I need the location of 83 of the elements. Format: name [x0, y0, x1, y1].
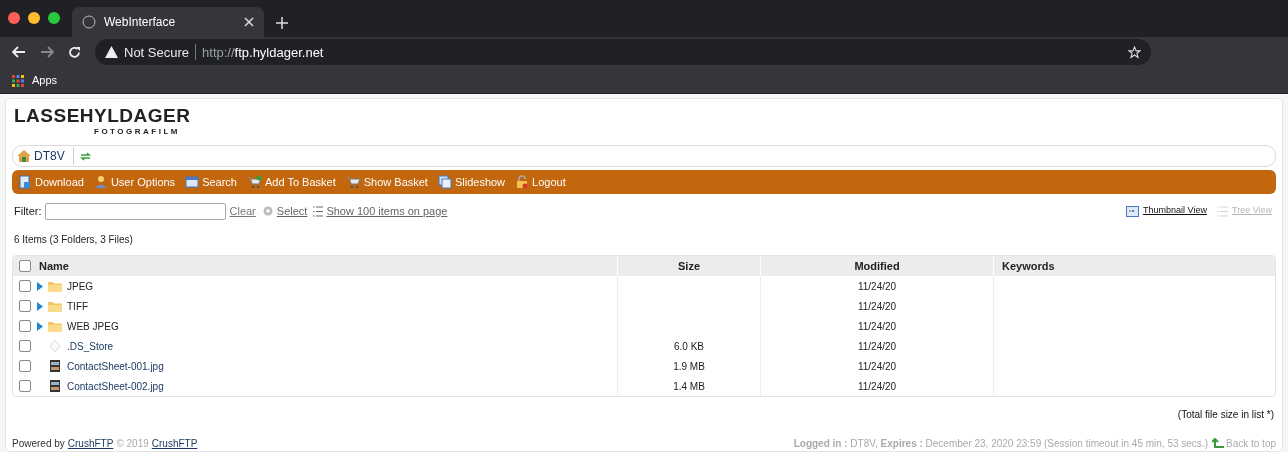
list-icon: [313, 205, 324, 217]
toolbar-button[interactable]: Slideshow: [437, 173, 506, 191]
column-header[interactable]: Keywords: [993, 256, 1275, 276]
crushftp-link[interactable]: CrushFTP: [151, 436, 198, 451]
cart-icon: [345, 175, 361, 189]
breadcrumb-link[interactable]: DT8V: [34, 147, 65, 165]
toolbar-button[interactable]: Logout: [515, 173, 566, 191]
folder-icon: [48, 280, 62, 292]
image-file-icon: [50, 360, 60, 372]
window-icon: [185, 175, 200, 189]
image-file-icon: [50, 380, 60, 392]
slides-icon: [437, 175, 452, 189]
address-bar[interactable]: Not Secure http://ftp.hyldager.net: [95, 39, 1151, 66]
items-summary: 6 Items (3 Folders, 3 Files): [13, 233, 134, 247]
logo-title: LASSEHYLDAGER: [14, 106, 192, 126]
tree-view-icon: [1216, 205, 1228, 217]
file-name[interactable]: ContactSheet-001.jpg: [67, 358, 164, 374]
toolbar-button[interactable]: Download: [18, 173, 84, 191]
file-name[interactable]: .DS_Store: [67, 338, 114, 354]
modified-cell-text: 11/24/20: [857, 299, 897, 314]
file-name[interactable]: TIFF: [67, 298, 89, 314]
bookmark-link[interactable]: Apps: [32, 72, 58, 89]
gear-icon: [261, 205, 274, 217]
show-items-link[interactable]: Show 100 items on page: [326, 202, 448, 220]
file-name[interactable]: JPEG: [67, 278, 94, 294]
column-header[interactable]: Size: [617, 256, 760, 276]
browser-tab[interactable]: WebInterface: [72, 6, 264, 37]
modified-cell-text: 11/24/20: [857, 379, 897, 394]
toolbar-button[interactable]: Search: [185, 173, 237, 191]
cart-icon: [247, 175, 262, 189]
file-icon: [49, 339, 61, 353]
warning-icon: [105, 46, 118, 59]
total-note: (Total file size in list *): [1176, 408, 1275, 422]
copyright-text: © 2019: [116, 437, 149, 451]
close-icon[interactable]: [244, 16, 254, 27]
folder-icon: [48, 300, 62, 312]
select-link[interactable]: Select: [276, 202, 308, 220]
checkbox[interactable]: [19, 360, 31, 372]
filter-label: Filter:: [14, 203, 42, 219]
up-arrow-icon: [1211, 438, 1224, 449]
crushftp-link[interactable]: CrushFTP: [67, 436, 114, 451]
toolbar-button[interactable]: Show Basket: [345, 173, 428, 191]
checkbox[interactable]: [19, 280, 31, 292]
back-arrow-icon[interactable]: [12, 46, 26, 59]
refresh-icon[interactable]: [79, 150, 91, 162]
checkbox[interactable]: [19, 380, 31, 392]
lock-icon: [515, 175, 530, 189]
session-info: Logged in : DT8V, Expires : December 23, 2020 23:59 (Session timeout in 45 min, 53 secs.): [793, 437, 1208, 451]
star-icon[interactable]: [1128, 45, 1141, 59]
modified-cell-text: 11/24/20: [857, 279, 897, 294]
url-text: http://ftp.hyldager.net: [202, 43, 324, 62]
modified-cell-text: 11/24/20: [857, 339, 897, 354]
apps-grid-icon[interactable]: [12, 74, 24, 87]
size-cell-text: 1.9 MB: [673, 359, 705, 374]
tab-title: WebInterface: [104, 13, 177, 31]
size-cell-text: 1.4 MB: [673, 379, 705, 394]
checkbox[interactable]: [19, 320, 31, 332]
checkbox[interactable]: [19, 340, 31, 352]
column-header[interactable]: Modified: [760, 256, 993, 276]
modified-cell-text: 11/24/20: [857, 319, 897, 334]
reload-icon[interactable]: [68, 45, 81, 59]
folder-icon: [48, 320, 62, 332]
house-icon: [17, 150, 31, 162]
clear-link[interactable]: Clear: [229, 202, 256, 220]
checkbox[interactable]: [19, 300, 31, 312]
file-name[interactable]: WEB JPEG: [67, 318, 119, 334]
toolbar-button[interactable]: User Options: [93, 173, 176, 191]
filter-input[interactable]: [44, 202, 226, 220]
grid-view-icon: [1126, 205, 1140, 217]
checkbox[interactable]: [19, 260, 31, 272]
column-header[interactable]: Name: [37, 257, 617, 275]
person-icon: [93, 175, 108, 189]
document-icon: [18, 175, 32, 189]
modified-cell-text: 11/24/20: [857, 359, 897, 374]
file-name[interactable]: ContactSheet-002.jpg: [67, 378, 164, 394]
size-cell-text: 6.0 KB: [674, 339, 704, 354]
new-tab-icon[interactable]: [276, 16, 288, 29]
toolbar-button[interactable]: Add To Basket: [247, 173, 336, 191]
forward-arrow-icon[interactable]: [40, 46, 54, 59]
logo-subtitle: FOTOGRAFILM: [93, 126, 181, 138]
security-label: Not Secure: [124, 43, 190, 62]
view-link[interactable]: Thumbnail View: [1143, 204, 1207, 218]
powered-by-text: Powered by: [12, 437, 65, 451]
